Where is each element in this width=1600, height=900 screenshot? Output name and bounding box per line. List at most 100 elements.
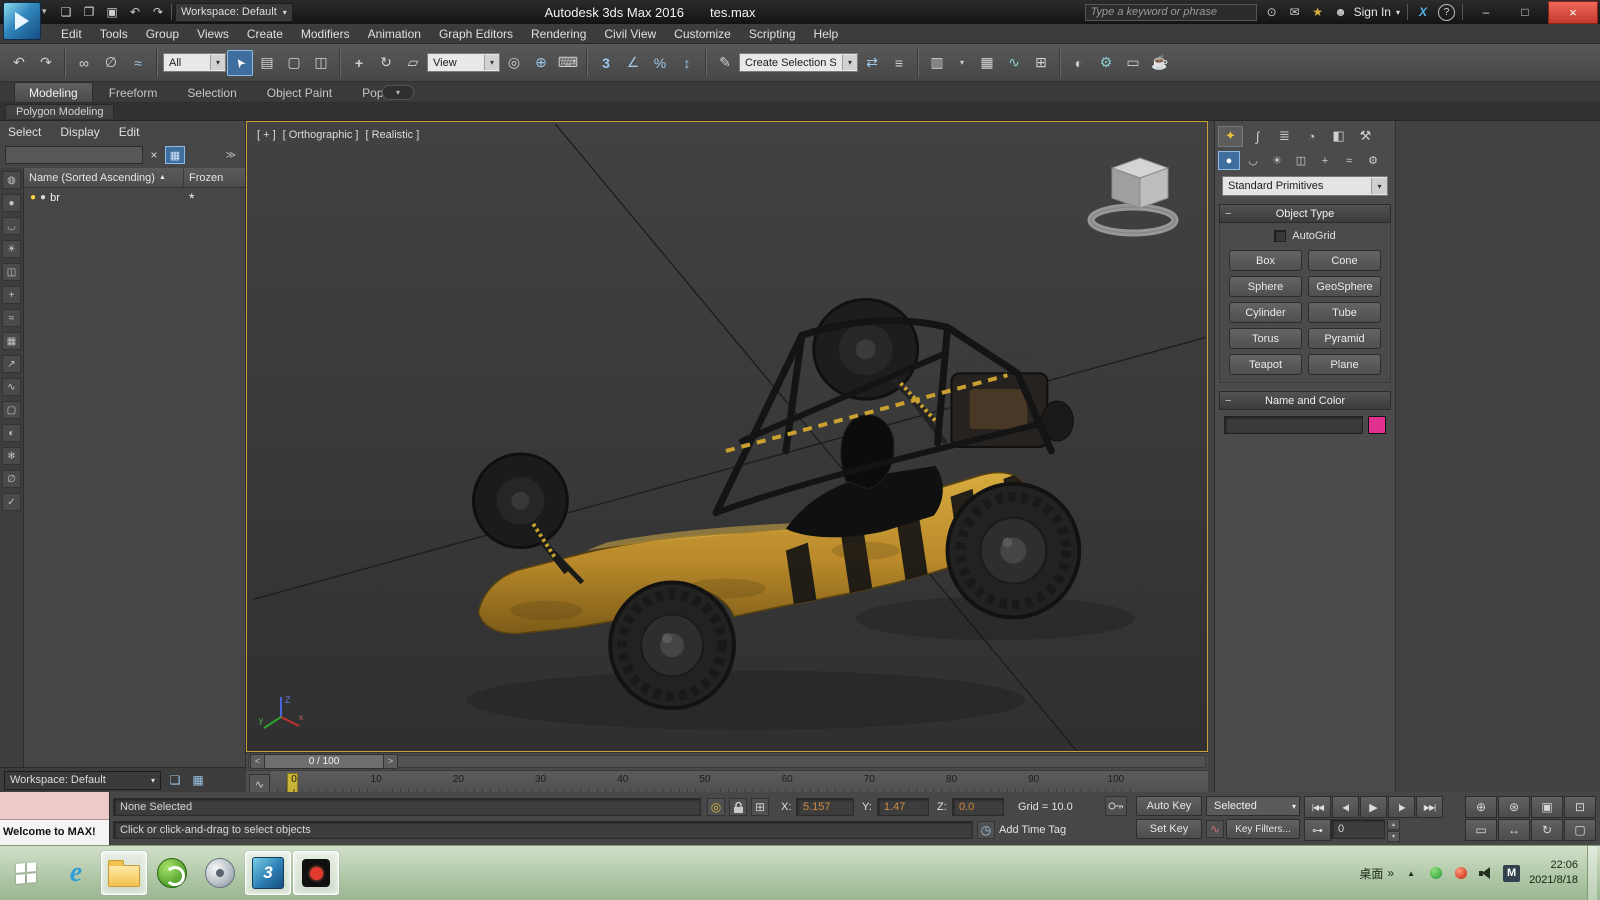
rendered-frame-window-icon[interactable]: ▭ xyxy=(1120,50,1146,76)
angle-snap-icon[interactable]: ∠ xyxy=(620,50,646,76)
object-type-button[interactable]: Tube xyxy=(1308,302,1381,323)
menu-item[interactable]: Scripting xyxy=(740,27,805,41)
sign-in-button[interactable]: ☻ Sign In ▾ xyxy=(1333,4,1400,20)
category-cameras-icon[interactable]: ◫ xyxy=(1290,151,1312,170)
autogrid-checkbox[interactable] xyxy=(1274,230,1286,242)
taskbar-file-explorer-icon[interactable] xyxy=(101,851,147,895)
spinner-up-icon[interactable]: ▴ xyxy=(1387,819,1400,830)
filter-containers-icon[interactable]: ▢ xyxy=(2,401,21,419)
current-frame-field[interactable]: 0 xyxy=(1331,819,1385,839)
object-type-button[interactable]: GeoSphere xyxy=(1308,276,1381,297)
percent-snap-icon[interactable]: % xyxy=(647,50,673,76)
taskbar-clock[interactable]: 22:06 2021/8/18 xyxy=(1529,858,1578,888)
filter-materials-icon[interactable]: ◐ xyxy=(2,424,21,442)
menu-item[interactable]: Graph Editors xyxy=(430,27,522,41)
graphite-ribbon-toggle-icon[interactable]: ▦ xyxy=(974,50,1000,76)
frozen-toggle-icon[interactable]: * xyxy=(189,190,194,206)
tab-modify-icon[interactable]: ∫ xyxy=(1245,126,1270,147)
category-geometry-icon[interactable]: ● xyxy=(1218,151,1240,170)
key-selection-dropdown[interactable]: Selected ▾ xyxy=(1206,796,1300,816)
select-object-button[interactable]: ➤ xyxy=(227,50,253,76)
select-and-rotate-icon[interactable]: ↻ xyxy=(373,50,399,76)
keyboard-shortcut-override-icon[interactable]: ⌨ xyxy=(555,50,581,76)
tray-ime-icon[interactable]: M xyxy=(1503,865,1520,882)
taskbar-3dsmax-icon[interactable]: 3 xyxy=(245,851,291,895)
filter-selection-icon[interactable]: ✓ xyxy=(2,493,21,511)
go-to-end-icon[interactable]: ▶▶| xyxy=(1416,796,1443,818)
search-input[interactable] xyxy=(1085,4,1257,21)
undo-quick-icon[interactable]: ↶ xyxy=(125,2,145,22)
next-frame-nudge-button[interactable]: > xyxy=(383,754,398,769)
tray-show-hidden-icons[interactable]: ▲ xyxy=(1403,865,1419,881)
search-icon[interactable]: ⊙ xyxy=(1264,4,1280,20)
menu-item[interactable]: Rendering xyxy=(522,27,595,41)
ribbon-tab[interactable]: Object Paint xyxy=(253,83,346,102)
select-and-link-icon[interactable]: ∞ xyxy=(71,50,97,76)
explorer-menu-item[interactable]: Display xyxy=(60,125,110,139)
taskbar-ie-icon[interactable]: e xyxy=(53,851,99,895)
taskbar-media-app-icon[interactable] xyxy=(197,851,243,895)
new-file-icon[interactable]: ❏ xyxy=(56,2,76,22)
object-type-button[interactable]: Pyramid xyxy=(1308,328,1381,349)
redo-icon[interactable]: ↷ xyxy=(33,50,59,76)
object-color-swatch[interactable] xyxy=(1368,416,1386,434)
orbit-icon[interactable]: ↻ xyxy=(1531,819,1563,841)
maximize-button[interactable]: □ xyxy=(1509,2,1541,22)
filter-helpers-icon[interactable]: + xyxy=(2,286,21,304)
material-editor-icon[interactable]: ◐ xyxy=(1066,50,1092,76)
menu-item[interactable]: Edit xyxy=(52,27,91,41)
category-helpers-icon[interactable]: + xyxy=(1314,151,1336,170)
bind-to-space-warp-icon[interactable]: ≈ xyxy=(125,50,151,76)
filter-lights-icon[interactable]: ☀ xyxy=(2,240,21,258)
workspace-dropdown[interactable]: Workspace: Default ▾ xyxy=(175,3,293,22)
unlink-selection-icon[interactable]: ∅ xyxy=(98,50,124,76)
object-name-input[interactable] xyxy=(1224,416,1363,434)
curve-editor-icon[interactable]: ∿ xyxy=(1001,50,1027,76)
explorer-menu-item[interactable]: Select xyxy=(8,125,52,139)
category-systems-icon[interactable]: ⚙ xyxy=(1362,151,1384,170)
rollout-name-and-color[interactable]: − Name and Color xyxy=(1219,391,1391,410)
play-animation-icon[interactable]: ▶ xyxy=(1360,796,1387,818)
taskbar-green-app-icon[interactable] xyxy=(149,851,195,895)
menu-item[interactable]: Modifiers xyxy=(292,27,359,41)
layer-manager-icon[interactable]: ▥ xyxy=(924,50,950,76)
snap-toggle-3d-icon[interactable]: 3 xyxy=(593,50,619,76)
menu-item[interactable]: Group xyxy=(137,27,188,41)
pan-view-icon[interactable]: ↔ xyxy=(1498,819,1530,841)
category-spacewarps-icon[interactable]: ≈ xyxy=(1338,151,1360,170)
redo-quick-icon[interactable]: ↷ xyxy=(148,2,168,22)
minimize-button[interactable]: – xyxy=(1470,2,1502,22)
menu-item[interactable]: Customize xyxy=(665,27,740,41)
object-type-button[interactable]: Box xyxy=(1229,250,1302,271)
communication-center-icon[interactable]: ✉ xyxy=(1287,4,1303,20)
explorer-search-input[interactable] xyxy=(5,146,143,164)
macro-recorder-pane[interactable] xyxy=(0,792,109,820)
tab-create-icon[interactable]: ✦ xyxy=(1218,126,1243,147)
select-and-move-icon[interactable]: + xyxy=(346,50,372,76)
filter-geometry-icon[interactable]: ● xyxy=(2,194,21,212)
layer-explorer-toggle-icon[interactable]: ▦ xyxy=(189,771,207,789)
previous-frame-nudge-button[interactable]: < xyxy=(250,754,265,769)
tab-utilities-icon[interactable]: ⚒ xyxy=(1353,126,1378,147)
object-type-button[interactable]: Cylinder xyxy=(1229,302,1302,323)
select-by-name-icon[interactable]: ▤ xyxy=(254,50,280,76)
filter-hidden-icon[interactable]: ∅ xyxy=(2,470,21,488)
menu-item[interactable]: Help xyxy=(805,27,848,41)
application-menu-button[interactable] xyxy=(3,2,41,40)
ribbon-minimize-pill[interactable]: ▾ xyxy=(372,85,414,104)
scene-explorer-toggle-icon[interactable]: ❏ xyxy=(166,771,184,789)
zoom-all-icon[interactable]: ⊛ xyxy=(1498,796,1530,818)
set-key-button[interactable]: Set Key xyxy=(1136,819,1202,839)
schematic-view-icon[interactable]: ⊞ xyxy=(1028,50,1054,76)
previous-frame-icon[interactable]: ◀| xyxy=(1332,796,1359,818)
filter-spacewarps-icon[interactable]: ≈ xyxy=(2,309,21,327)
render-production-icon[interactable]: ☕ xyxy=(1147,50,1173,76)
object-type-button[interactable]: Teapot xyxy=(1229,354,1302,375)
clear-search-icon[interactable]: × xyxy=(147,148,161,162)
filter-cameras-icon[interactable]: ◫ xyxy=(2,263,21,281)
menu-item[interactable]: Views xyxy=(188,27,238,41)
mirror-icon[interactable]: ⇄ xyxy=(859,50,885,76)
viewport-pov-menu[interactable]: [ Orthographic ] xyxy=(283,129,359,141)
favorites-star-icon[interactable]: ★ xyxy=(1310,4,1326,20)
explorer-menu-item[interactable]: Edit xyxy=(119,125,151,139)
